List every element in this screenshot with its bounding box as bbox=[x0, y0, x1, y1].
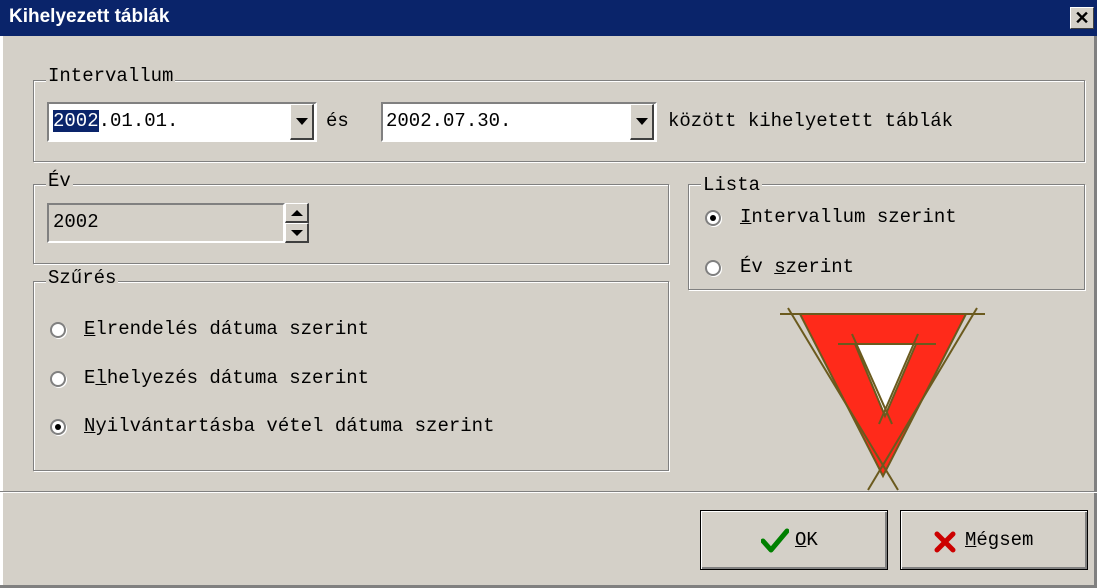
yield-sign-logo bbox=[780, 307, 985, 491]
to-date-dropdown-button[interactable] bbox=[630, 104, 654, 140]
x-mark-icon bbox=[934, 531, 956, 553]
radio-elhelyezes-label[interactable]: Elhelyezés dátuma szerint bbox=[84, 367, 369, 389]
from-date-dropdown-button[interactable] bbox=[290, 104, 314, 140]
ev-legend: Év bbox=[46, 170, 73, 192]
radio-selected-dot bbox=[55, 424, 61, 430]
intervallum-legend: Intervallum bbox=[46, 65, 176, 87]
close-icon: ✕ bbox=[1074, 8, 1090, 28]
radio-elrendeles[interactable] bbox=[50, 322, 66, 338]
close-button[interactable]: ✕ bbox=[1070, 7, 1094, 29]
year-spin-down-button[interactable] bbox=[285, 223, 309, 243]
year-spin-up-button[interactable] bbox=[285, 203, 309, 223]
and-label: és bbox=[326, 110, 349, 132]
ok-button[interactable]: OK bbox=[700, 510, 888, 570]
chevron-down-icon bbox=[635, 118, 648, 125]
window-title: Kihelyezett táblák bbox=[9, 6, 170, 27]
footer-separator-highlight bbox=[0, 492, 1097, 493]
frame-edge bbox=[0, 36, 3, 588]
radio-selected-dot bbox=[710, 215, 716, 221]
radio-intervallum-szerint[interactable] bbox=[705, 210, 721, 226]
radio-intervallum-szerint-label[interactable]: Intervallum szerint bbox=[740, 206, 957, 228]
radio-elhelyezes[interactable] bbox=[50, 371, 66, 387]
radio-nyilvantartas-label[interactable]: Nyilvántartásba vétel dátuma szerint bbox=[84, 415, 494, 437]
lista-legend: Lista bbox=[701, 174, 763, 196]
radio-nyilvantartas[interactable] bbox=[50, 419, 66, 435]
year-value[interactable]: 2002 bbox=[53, 207, 99, 237]
szures-legend: Szűrés bbox=[46, 267, 119, 289]
radio-elrendeles-label[interactable]: Elrendelés dátuma szerint bbox=[84, 318, 369, 340]
chevron-down-icon bbox=[295, 118, 308, 125]
chevron-up-icon bbox=[290, 210, 303, 216]
cancel-button-label: Mégsem bbox=[965, 529, 1034, 551]
interval-suffix-label: között kihelyetett táblák bbox=[668, 110, 954, 132]
radio-ev-szerint-label[interactable]: Év szerint bbox=[740, 256, 854, 278]
chevron-down-icon bbox=[290, 230, 303, 236]
radio-ev-szerint[interactable] bbox=[705, 260, 721, 276]
from-date-selection: 2002 bbox=[53, 110, 99, 132]
cancel-button[interactable]: Mégsem bbox=[900, 510, 1088, 570]
checkmark-icon bbox=[761, 528, 789, 553]
ok-button-label: OK bbox=[795, 529, 818, 551]
from-date-value[interactable]: 2002.01.01. bbox=[53, 106, 178, 136]
to-date-value[interactable]: 2002.07.30. bbox=[386, 106, 511, 136]
